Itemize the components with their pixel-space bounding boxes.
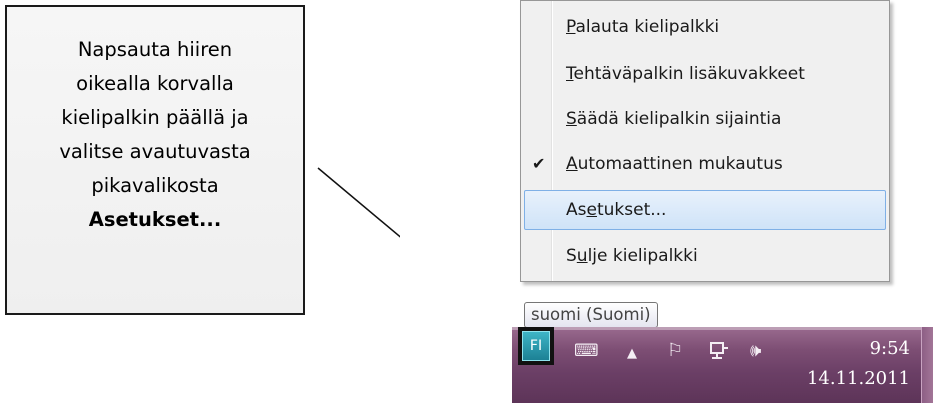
language-code: FI (522, 331, 550, 361)
menu-item-asetukset[interactable]: Asetukset... (524, 190, 886, 230)
menu-item-tehtavapalkin-lisakuvakkeet[interactable]: Tehtäväpalkin lisäkuvakkeet (524, 54, 886, 94)
show-hidden-icons-arrow[interactable]: ▲ (627, 343, 637, 365)
checkmark-icon: ✔ (532, 154, 546, 173)
menu-item-saada-kielipalkin-sijaintia[interactable]: Säädä kielipalkin sijaintia (524, 99, 886, 139)
menu-item-label: Tehtäväpalkin lisäkuvakkeet (566, 64, 805, 84)
language-bar-context-menu: Palauta kielipalkki Tehtäväpalkin lisäku… (520, 0, 890, 282)
language-tooltip: suomi (Suomi) (524, 302, 658, 328)
taskbar-gloss (512, 327, 933, 330)
network-icon[interactable] (708, 340, 730, 368)
menu-item-palauta-kielipalkki[interactable]: Palauta kielipalkki (524, 7, 886, 47)
menu-item-label: Säädä kielipalkin sijaintia (566, 109, 782, 129)
clock[interactable]: 9:54 14.11.2011 (800, 334, 910, 394)
callout-line: oikealla korvalla (76, 72, 234, 95)
volume-icon[interactable]: 🕪 (750, 340, 761, 362)
menu-item-label: Palauta kielipalkki (566, 17, 720, 37)
menu-item-automaattinen-mukautus[interactable]: ✔ Automaattinen mukautus (524, 144, 886, 184)
menu-item-label: Asetukset... (566, 200, 667, 220)
clock-time: 9:54 (869, 338, 910, 359)
menu-item-label: Automaattinen mukautus (566, 154, 783, 174)
callout-line: kielipalkin päällä ja (61, 106, 249, 129)
callout-line: Napsauta hiiren (77, 38, 233, 61)
menu-item-sulje-kielipalkki[interactable]: Sulje kielipalkki (524, 236, 886, 276)
clock-date: 14.11.2011 (806, 368, 910, 389)
keyboard-icon[interactable]: ⌨ (574, 340, 599, 362)
callout-line: pikavalikosta (91, 174, 219, 197)
language-bar-button[interactable]: FI (518, 327, 554, 365)
network-icon-shape (710, 342, 728, 359)
instruction-callout: Napsauta hiiren oikealla korvalla kielip… (5, 5, 305, 315)
callout-emphasis: Asetukset... (88, 208, 222, 231)
callout-line: valitse avautuvasta (59, 140, 251, 163)
menu-item-label: Sulje kielipalkki (566, 246, 698, 266)
action-center-flag-icon[interactable]: ⚐ (667, 340, 683, 362)
show-desktop-button[interactable] (921, 327, 933, 403)
